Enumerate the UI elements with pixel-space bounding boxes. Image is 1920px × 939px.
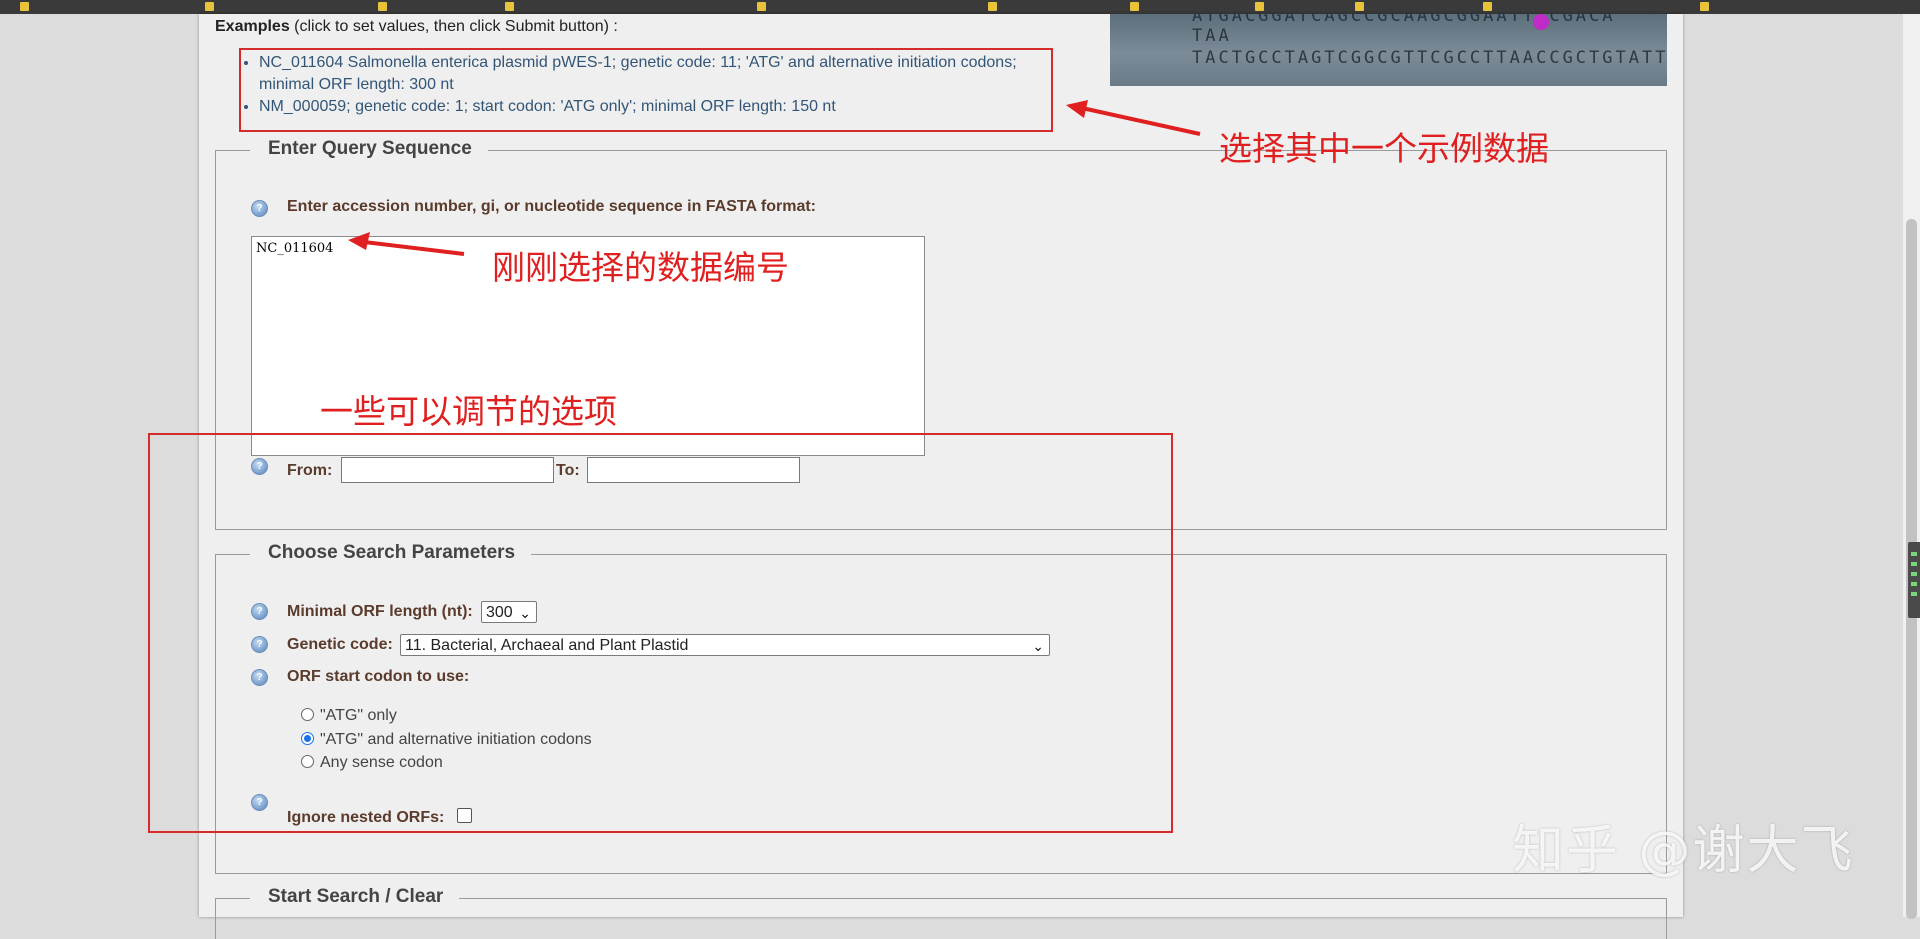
start-search-panel: Start Search / Clear (215, 884, 1667, 939)
bookmark-icon[interactable] (1255, 2, 1264, 11)
annotation-options-text: 一些可以调节的选项 (320, 392, 617, 431)
marker-dot (1533, 14, 1549, 30)
bookmark-icon[interactable] (20, 2, 29, 11)
bookmark-icon[interactable] (1130, 2, 1139, 11)
bookmark-icon[interactable] (378, 2, 387, 11)
bookmark-icon[interactable] (205, 2, 214, 11)
example-link-nm-000059[interactable]: NM_000059; genetic code: 1; start codon:… (259, 96, 1049, 118)
bookmark-icon[interactable] (757, 2, 766, 11)
vertical-scrollbar[interactable] (1903, 14, 1920, 919)
query-panel-legend: Enter Query Sequence (250, 136, 488, 162)
bookmark-icon[interactable] (988, 2, 997, 11)
dna-sequence-row: ATGACGGATCAGCCGCAAGCGGAATT CGACA TAA (1192, 14, 1616, 46)
annotation-pick-example-text: 选择其中一个示例数据 (1219, 129, 1549, 168)
dna-sequence-row: TACTGCCTAGTCGGCGTTCGCCTTAACCGCTGTATT (1192, 48, 1667, 68)
annotation-box-options (148, 433, 1173, 833)
annotation-selected-id-text: 刚刚选择的数据编号 (492, 248, 789, 287)
help-icon[interactable]: ? (251, 200, 268, 217)
bookmark-icon[interactable] (1700, 2, 1709, 11)
browser-bookmarks-bar (0, 0, 1920, 14)
side-widget-icon[interactable] (1908, 542, 1920, 618)
annotation-arrow-selected (348, 232, 465, 256)
example-link-nc-011604[interactable]: NC_011604 Salmonella enterica plasmid pW… (259, 52, 1049, 96)
search-panel-legend: Start Search / Clear (250, 884, 460, 910)
watermark-text: 知乎 @谢大飞 (1512, 821, 1855, 881)
dna-sequence-banner-image: ATGACGGATCAGCCGCAAGCGGAATT CGACA TAA TAC… (1110, 14, 1667, 86)
examples-heading: Examples (click to set values, then clic… (215, 18, 618, 35)
examples-list: NC_011604 Salmonella enterica plasmid pW… (239, 52, 1049, 118)
annotation-arrow-pick (1066, 100, 1201, 136)
bookmark-icon[interactable] (1355, 2, 1364, 11)
bookmark-icon[interactable] (1483, 2, 1492, 11)
query-input-label: Enter accession number, gi, or nucleotid… (287, 198, 816, 215)
bookmark-icon[interactable] (505, 2, 514, 11)
